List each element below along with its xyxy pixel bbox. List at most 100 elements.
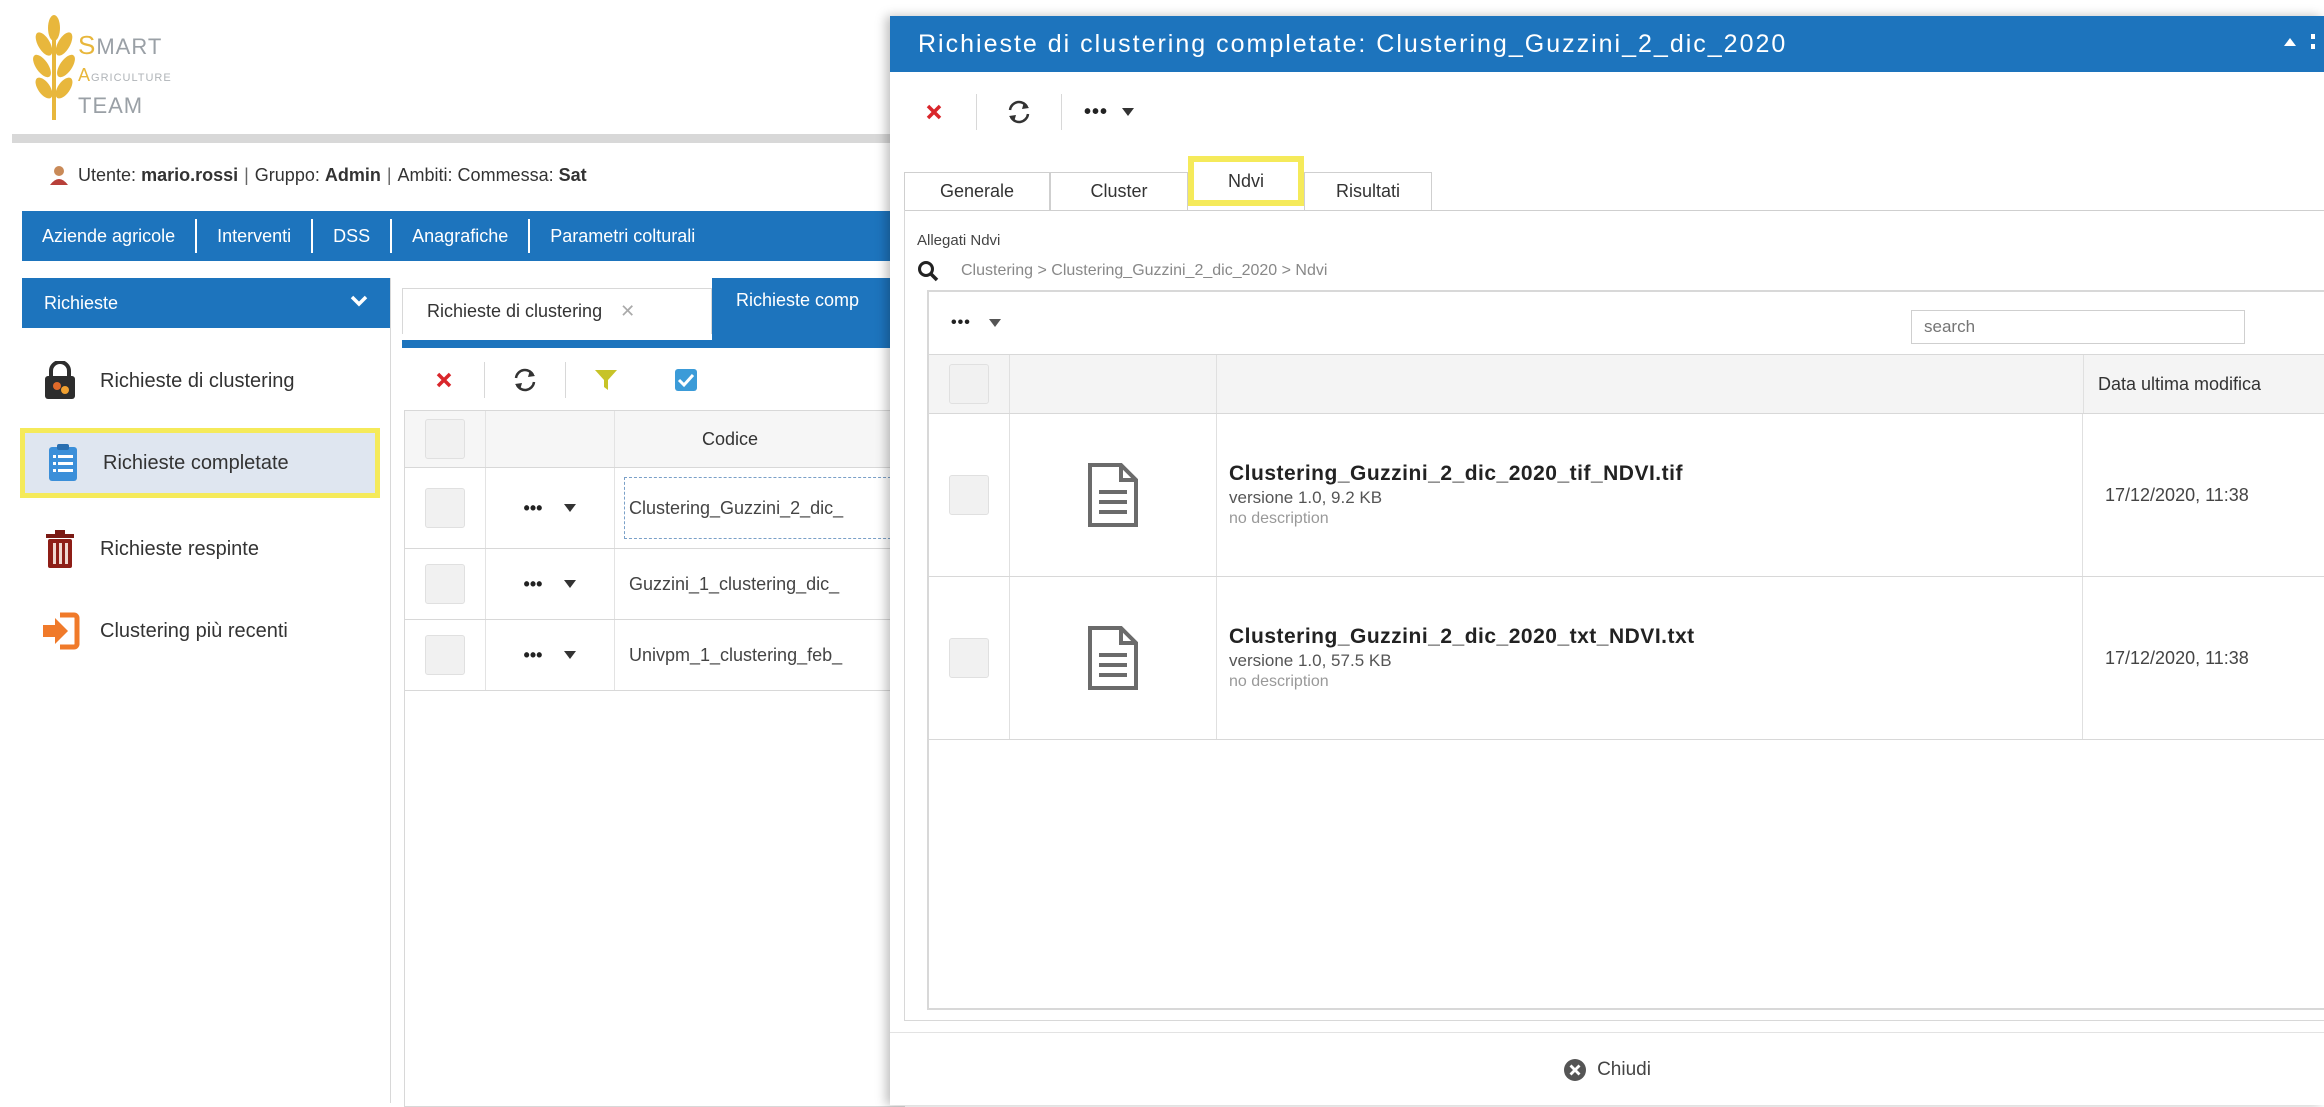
nav-aziende-agricole[interactable]: Aziende agricole <box>22 219 198 253</box>
window-menu-icon[interactable] <box>2310 34 2316 50</box>
select-all-checkbox[interactable] <box>425 419 465 459</box>
caret-down-icon[interactable] <box>564 580 577 588</box>
document-icon <box>1088 626 1138 690</box>
tab-risultati[interactable]: Risultati <box>1304 172 1432 210</box>
breadcrumb[interactable]: Clustering > Clustering_Guzzini_2_dic_20… <box>961 262 1327 280</box>
close-tab-icon[interactable]: ✕ <box>620 301 635 322</box>
caret-down-icon <box>1122 108 1135 116</box>
delete-button[interactable] <box>424 360 464 400</box>
row-checkbox[interactable] <box>425 488 465 528</box>
toolbar-divider <box>565 362 566 398</box>
attachments-toolbar: ••• <box>929 292 2324 354</box>
grid-more-button[interactable]: ••• <box>951 314 1001 332</box>
more-actions-button[interactable]: ••• <box>1084 101 1135 124</box>
tab-label: Richieste comp <box>736 290 860 310</box>
refresh-button[interactable] <box>999 92 1039 132</box>
wheat-logo-icon <box>33 15 75 120</box>
close-icon <box>926 104 942 120</box>
sidebar-header[interactable]: Richieste <box>22 278 390 328</box>
attachments-grid: ••• Data ultima modifica <box>927 290 2324 1010</box>
tab-richieste-di-clustering[interactable]: Richieste di clustering ✕ <box>402 288 712 334</box>
sidebar-item-richieste-respinte[interactable]: Richieste respinte <box>22 514 390 584</box>
sidebar-item-label: Richieste di clustering <box>100 369 295 392</box>
group-value: Admin <box>324 164 381 185</box>
sidebar-item-clustering-piu-recenti[interactable]: Clustering più recenti <box>22 596 390 666</box>
group-label: Gruppo: <box>254 164 320 185</box>
row-checkbox[interactable] <box>949 475 989 515</box>
caret-down-icon[interactable] <box>564 651 577 659</box>
sidebar-item-label: Richieste respinte <box>100 537 259 560</box>
file-row[interactable]: Clustering_Guzzini_2_dic_2020_tif_NDVI.t… <box>929 414 2324 577</box>
document-icon <box>1088 463 1138 527</box>
filter-icon <box>595 370 617 390</box>
row-checkbox[interactable] <box>949 638 989 678</box>
clipboard-list-icon <box>43 443 83 483</box>
row-more-button[interactable]: ••• <box>524 574 543 595</box>
lock-icon <box>40 361 80 401</box>
file-version: versione 1.0, 57.5 KB <box>1229 651 1392 670</box>
table-row[interactable]: ••• Univpm_1_clustering_feb_ <box>405 620 905 691</box>
refresh-button[interactable] <box>505 360 545 400</box>
refresh-icon <box>1008 100 1030 124</box>
ndvi-panel: Allegati Ndvi Clustering > Clustering_Gu… <box>904 210 2324 1021</box>
tab-ndvi[interactable]: Ndvi <box>1188 156 1304 206</box>
dialog-tabs: Generale Cluster Ndvi Risultati <box>904 150 2324 211</box>
chevron-down-icon <box>350 295 368 307</box>
close-label: Chiudi <box>1597 1058 1651 1080</box>
select-all-checkbox[interactable] <box>949 364 989 404</box>
clustering-detail-dialog: Richieste di clustering completate: Clus… <box>890 16 2324 1105</box>
nav-dss[interactable]: DSS <box>313 219 393 253</box>
row-code: Univpm_1_clustering_feb_ <box>629 644 843 665</box>
sidebar: Richieste Richieste di clustering Richie… <box>20 278 391 1103</box>
username: mario.rossi <box>141 164 239 185</box>
scope-value: Sat <box>558 164 587 185</box>
close-button[interactable]: Chiudi <box>1563 1058 1651 1082</box>
file-modified-date: 17/12/2020, 11:38 <box>2105 484 2249 505</box>
file-name[interactable]: Clustering_Guzzini_2_dic_2020_txt_NDVI.t… <box>1229 625 2082 649</box>
row-more-button[interactable]: ••• <box>524 645 543 666</box>
nav-anagrafiche[interactable]: Anagrafiche <box>392 219 531 253</box>
tab-cluster[interactable]: Cluster <box>1050 172 1188 210</box>
actions-header <box>486 411 615 467</box>
table-row[interactable]: ••• Guzzini_1_clustering_dic_ <box>405 549 905 620</box>
requests-grid: Codice ••• Clustering_Guzzini_2_dic_ •••… <box>404 410 905 1107</box>
search-input[interactable] <box>1911 310 2245 344</box>
select-all-button[interactable] <box>666 360 706 400</box>
dialog-title-bar: Richieste di clustering completate: Clus… <box>890 16 2324 72</box>
dialog-title: Richieste di clustering completate: Clus… <box>918 29 1788 58</box>
file-row[interactable]: Clustering_Guzzini_2_dic_2020_txt_NDVI.t… <box>929 577 2324 740</box>
caret-down-icon[interactable] <box>564 504 577 512</box>
checkbox-checked-icon <box>675 369 697 391</box>
nav-parametri-colturali[interactable]: Parametri colturali <box>530 219 715 253</box>
sidebar-item-richieste-completate[interactable]: Richieste completate <box>20 428 380 498</box>
row-code: Guzzini_1_clustering_dic_ <box>629 573 840 594</box>
trash-icon <box>40 529 80 569</box>
top-navigation: Aziende agricole Interventi DSS Anagrafi… <box>22 211 902 261</box>
delete-button[interactable] <box>914 92 954 132</box>
tab-label: Richieste di clustering <box>427 301 603 321</box>
tab-generale[interactable]: Generale <box>904 172 1050 210</box>
logo-wordmark: SMART AGRICULTURE TEAM <box>78 30 172 119</box>
file-name[interactable]: Clustering_Guzzini_2_dic_2020_tif_NDVI.t… <box>1229 462 2082 486</box>
user-label: Utente: <box>78 164 137 185</box>
row-checkbox[interactable] <box>425 635 465 675</box>
more-dots: ••• <box>951 314 971 331</box>
row-checkbox[interactable] <box>425 564 465 604</box>
filter-button[interactable] <box>586 360 626 400</box>
nav-interventi[interactable]: Interventi <box>197 219 314 253</box>
table-row[interactable]: ••• Clustering_Guzzini_2_dic_ <box>405 468 905 549</box>
close-icon <box>436 372 452 388</box>
toolbar-divider <box>976 94 977 130</box>
search-icon[interactable] <box>917 260 939 282</box>
attachments-header-row: Data ultima modifica <box>929 354 2324 414</box>
tab-richieste-completate[interactable]: Richieste comp <box>712 278 912 340</box>
sidebar-item-label: Clustering più recenti <box>100 619 288 642</box>
row-more-button[interactable]: ••• <box>524 498 543 519</box>
sidebar-item-richieste-di-clustering[interactable]: Richieste di clustering <box>22 346 390 416</box>
file-description: no description <box>1229 673 1329 690</box>
collapse-icon[interactable] <box>2284 38 2296 46</box>
toolbar-divider <box>484 362 485 398</box>
file-description: no description <box>1229 510 1329 527</box>
row-code: Clustering_Guzzini_2_dic_ <box>615 468 905 548</box>
tab-underline <box>402 340 902 348</box>
